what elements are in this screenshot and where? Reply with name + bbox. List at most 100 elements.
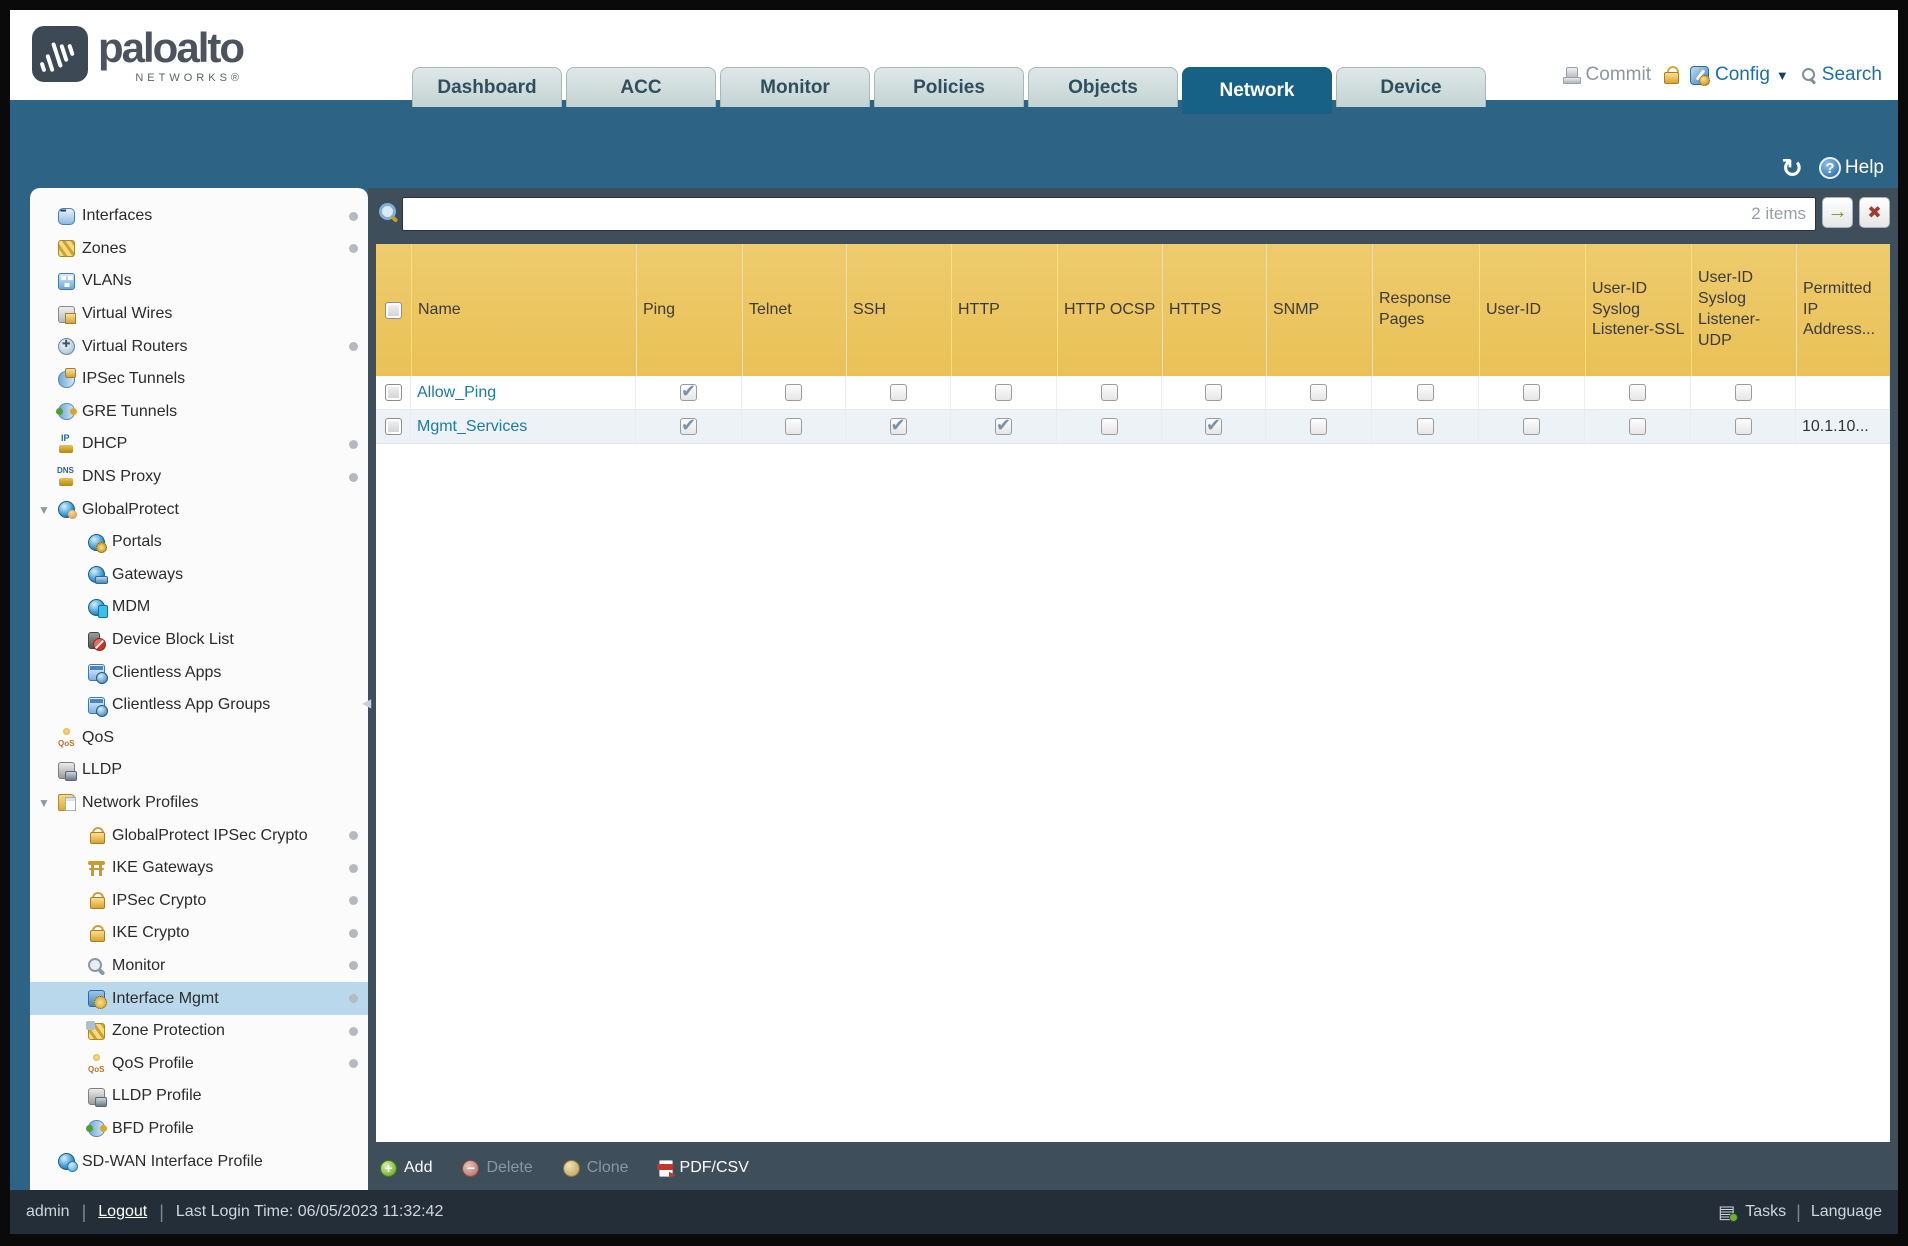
unchecked-checkbox[interactable] — [889, 384, 907, 401]
unchecked-checkbox[interactable] — [995, 384, 1012, 401]
language-link[interactable]: Language — [1811, 1203, 1882, 1221]
checked-checkbox[interactable] — [1205, 415, 1222, 436]
clear-filter-button[interactable]: ✖ — [1859, 197, 1890, 228]
unchecked-checkbox[interactable] — [1629, 384, 1646, 401]
checked-checkbox[interactable] — [889, 415, 907, 436]
unchecked-checkbox[interactable] — [1416, 384, 1434, 401]
expander-icon[interactable]: ▼ — [38, 796, 50, 810]
sidebar-item-monitor[interactable]: Monitor — [30, 950, 368, 983]
sidebar-item-ipsec-tunnels[interactable]: IPSec Tunnels — [30, 363, 368, 396]
sidebar-item-clientless-app-groups[interactable]: Clientless App Groups — [30, 689, 368, 722]
unchecked-checkbox[interactable] — [1100, 384, 1118, 401]
column-header-http-ocsp[interactable]: HTTP OCSP — [1057, 244, 1162, 376]
select-all-checkbox[interactable] — [385, 301, 402, 319]
sidebar-item-interfaces[interactable]: Interfaces — [30, 200, 368, 233]
table-row-mgmt-services[interactable]: Mgmt_Services 10.1.10... — [376, 410, 1890, 444]
sidebar-item-bfd-profile[interactable]: BFD Profile — [30, 1113, 368, 1146]
sidebar-item-globalprotect[interactable]: ▼ GlobalProtect — [30, 493, 368, 526]
filter-input[interactable] — [402, 197, 1816, 231]
delete-button[interactable]: − Delete — [462, 1159, 533, 1177]
column-header-name[interactable]: Name — [411, 244, 636, 376]
unchecked-checkbox[interactable] — [1310, 418, 1327, 435]
sidebar-item-zone-protection[interactable]: Zone Protection — [30, 1015, 368, 1048]
column-header-telnet[interactable]: Telnet — [742, 244, 846, 376]
column-header-user-id-syslog-listener-ssl[interactable]: User-ID Syslog Listener-SSL — [1585, 244, 1691, 376]
sidebar-item-vlans[interactable]: VLANs — [30, 265, 368, 298]
sidebar-item-clientless-apps[interactable]: Clientless Apps — [30, 656, 368, 689]
sidebar-item-ike-crypto[interactable]: IKE Crypto — [30, 917, 368, 950]
pdf-csv-button[interactable]: PDF/CSV — [656, 1159, 749, 1177]
clone-button[interactable]: Clone — [562, 1159, 629, 1177]
global-search-button[interactable]: Search — [1801, 64, 1882, 86]
tab-monitor[interactable]: Monitor — [720, 67, 870, 107]
add-button[interactable]: + Add — [380, 1159, 432, 1177]
row-select-checkbox[interactable] — [384, 418, 402, 435]
sidebar-item-interface-mgmt[interactable]: Interface Mgmt — [30, 982, 368, 1015]
sidebar-item-portals[interactable]: Portals — [30, 526, 368, 559]
sidebar-item-virtual-wires[interactable]: Virtual Wires — [30, 298, 368, 331]
sidebar-item-sd-wan-interface-profile[interactable]: SD-WAN Interface Profile — [30, 1145, 368, 1178]
sidebar-item-virtual-routers[interactable]: Virtual Routers — [30, 330, 368, 363]
profile-name-link[interactable]: Allow_Ping — [417, 384, 496, 402]
column-header-ping[interactable]: Ping — [636, 244, 742, 376]
tasks-icon[interactable]: ▤ — [1718, 1202, 1739, 1223]
sidebar-item-network-profiles[interactable]: ▼ Network Profiles — [30, 787, 368, 820]
lock-icon — [88, 827, 105, 845]
column-header-http[interactable]: HTTP — [951, 244, 1057, 376]
row-select-checkbox[interactable] — [384, 384, 402, 401]
column-header-https[interactable]: HTTPS — [1162, 244, 1266, 376]
sidebar-item-zones[interactable]: Zones — [30, 233, 368, 266]
sidebar-item-lldp[interactable]: LLDP — [30, 754, 368, 787]
sidebar-item-dhcp[interactable]: DHCP — [30, 428, 368, 461]
unchecked-checkbox[interactable] — [785, 384, 802, 401]
column-header-permitted-ip-address[interactable]: Permitted IP Address... — [1796, 244, 1890, 376]
unlock-icon[interactable] — [1663, 66, 1679, 84]
apply-filter-button[interactable]: → — [1822, 197, 1853, 228]
unchecked-checkbox[interactable] — [1734, 418, 1752, 435]
sidebar-item-dns-proxy[interactable]: DNS Proxy — [30, 461, 368, 494]
unchecked-checkbox[interactable] — [1629, 418, 1646, 435]
checked-checkbox[interactable] — [995, 415, 1012, 436]
sidebar-item-lldp-profile[interactable]: LLDP Profile — [30, 1080, 368, 1113]
column-header-ssh[interactable]: SSH — [846, 244, 951, 376]
logout-link[interactable]: Logout — [98, 1203, 147, 1221]
unchecked-checkbox[interactable] — [1523, 384, 1540, 401]
sidebar-collapse-handle[interactable]: ◀ — [362, 696, 371, 710]
column-header-response-pages[interactable]: Response Pages — [1372, 244, 1479, 376]
unchecked-checkbox[interactable] — [1310, 384, 1327, 401]
sidebar-item-device-block-list[interactable]: Device Block List — [30, 624, 368, 657]
commit-button[interactable]: Commit — [1562, 64, 1651, 86]
column-header-user-id-syslog-listener-udp[interactable]: User-ID Syslog Listener-UDP — [1691, 244, 1796, 376]
tab-policies[interactable]: Policies — [874, 67, 1024, 107]
unchecked-checkbox[interactable] — [1205, 384, 1222, 401]
tab-acc[interactable]: ACC — [566, 67, 716, 107]
checked-checkbox[interactable] — [680, 381, 697, 402]
tab-device[interactable]: Device — [1336, 67, 1486, 107]
help-button[interactable]: ? Help — [1818, 157, 1884, 179]
tab-objects[interactable]: Objects — [1028, 67, 1178, 107]
sidebar-item-gre-tunnels[interactable]: GRE Tunnels — [30, 396, 368, 429]
unchecked-checkbox[interactable] — [1100, 418, 1118, 435]
unchecked-checkbox[interactable] — [785, 418, 802, 435]
checked-checkbox[interactable] — [680, 415, 697, 436]
table-row-allow-ping[interactable]: Allow_Ping — [376, 376, 1890, 410]
refresh-icon[interactable]: ↻ — [1781, 155, 1803, 181]
sidebar-item-globalprotect-ipsec-crypto[interactable]: GlobalProtect IPSec Crypto — [30, 819, 368, 852]
expander-icon[interactable]: ▼ — [38, 503, 50, 517]
sidebar-item-gateways[interactable]: Gateways — [30, 559, 368, 592]
config-menu-button[interactable]: Config ▼ — [1690, 64, 1789, 86]
tab-network[interactable]: Network — [1182, 67, 1332, 114]
column-header-snmp[interactable]: SNMP — [1266, 244, 1372, 376]
sidebar-item-qos[interactable]: QoS — [30, 722, 368, 755]
sidebar-item-mdm[interactable]: MDM — [30, 591, 368, 624]
sidebar-item-ipsec-crypto[interactable]: IPSec Crypto — [30, 884, 368, 917]
sidebar-item-ike-gateways[interactable]: IKE Gateways — [30, 852, 368, 885]
unchecked-checkbox[interactable] — [1734, 384, 1752, 401]
unchecked-checkbox[interactable] — [1523, 418, 1540, 435]
tasks-link[interactable]: Tasks — [1745, 1203, 1786, 1221]
unchecked-checkbox[interactable] — [1416, 418, 1434, 435]
column-header-user-id[interactable]: User-ID — [1479, 244, 1585, 376]
profile-name-link[interactable]: Mgmt_Services — [417, 418, 527, 436]
sidebar-item-qos-profile[interactable]: QoS Profile — [30, 1047, 368, 1080]
tab-dashboard[interactable]: Dashboard — [412, 67, 562, 107]
